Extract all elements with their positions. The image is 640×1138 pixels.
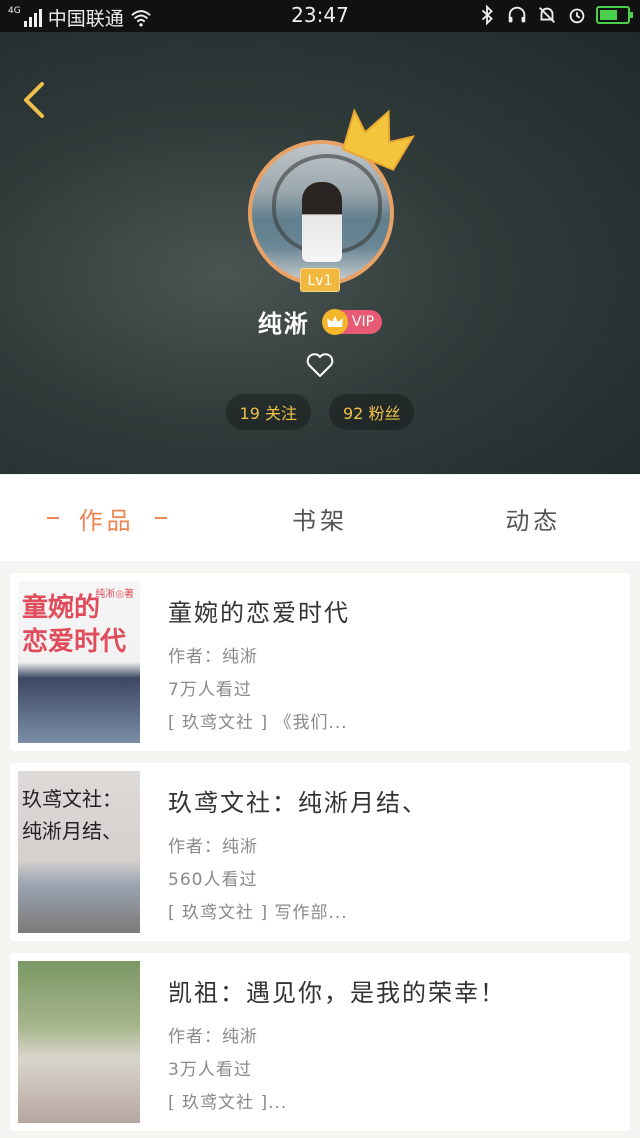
book-views: 7万人看过 bbox=[168, 680, 252, 700]
stats-row: 19 关注 92 粉丝 bbox=[0, 394, 640, 430]
headphone-icon bbox=[508, 6, 526, 23]
tab-works-label: 作品 bbox=[78, 506, 135, 535]
vip-badge: VIP bbox=[321, 308, 383, 335]
cover-title: 玖鸢文社： 纯淅月结、 bbox=[22, 787, 122, 843]
alarm-icon bbox=[569, 8, 585, 24]
book-card[interactable]: 玖鸢文社： 纯淅月结、 玖鸢文社：纯淅月结、 作者：纯淅 560人看过 [ 玖鸢… bbox=[10, 763, 630, 941]
bluetooth-icon bbox=[481, 4, 493, 26]
username-row: 纯淅 VIP bbox=[0, 304, 640, 339]
back-arrow-icon[interactable] bbox=[16, 80, 56, 120]
profile-header: Lv1 纯淅 VIP 19 关注 92 粉丝 bbox=[0, 32, 640, 474]
followers-button[interactable]: 92 粉丝 bbox=[329, 394, 415, 430]
book-views: 3万人看过 bbox=[168, 1060, 252, 1080]
tab-activity[interactable]: 动态 bbox=[427, 475, 640, 561]
book-title: 童婉的恋爱时代 bbox=[168, 599, 350, 627]
mute-bell-icon bbox=[539, 7, 555, 23]
book-info: 童婉的恋爱时代 作者：纯淅 7万人看过 [ 玖鸢文社 ] 《我们... bbox=[168, 593, 620, 733]
status-bar: 4G 中国联通 23:47 bbox=[0, 0, 640, 32]
book-tags: [ 玖鸢文社 ]... bbox=[168, 1093, 288, 1113]
following-button[interactable]: 19 关注 bbox=[225, 394, 311, 430]
book-title: 玖鸢文社：纯淅月结、 bbox=[168, 789, 428, 817]
book-info: 凯祖：遇见你，是我的荣幸！ 作者：纯淅 3万人看过 [ 玖鸢文社 ]... bbox=[168, 973, 620, 1113]
tab-works[interactable]: 作品 bbox=[0, 475, 213, 561]
vip-label: VIP bbox=[351, 313, 375, 330]
book-author: 作者：纯淅 bbox=[168, 647, 258, 667]
username: 纯淅 bbox=[257, 310, 310, 338]
book-views: 560人看过 bbox=[168, 870, 258, 890]
app-root: 4G 中国联通 23:47 Lv1 纯淅 VIP 19 关注 92 粉丝 作品 … bbox=[0, 0, 640, 1138]
tab-active-indicator-right bbox=[154, 517, 167, 519]
cover-title: 童婉的 恋爱时代 bbox=[22, 593, 127, 657]
book-info: 玖鸢文社：纯淅月结、 作者：纯淅 560人看过 [ 玖鸢文社 ] 写作部... bbox=[168, 783, 620, 923]
book-tags: [ 玖鸢文社 ] 写作部... bbox=[168, 903, 348, 923]
tab-active-indicator-left bbox=[46, 517, 59, 519]
book-author: 作者：纯淅 bbox=[168, 1027, 258, 1047]
heart-icon[interactable] bbox=[306, 352, 334, 378]
vip-crown-icon bbox=[321, 308, 348, 335]
tab-bookshelf[interactable]: 书架 bbox=[213, 475, 426, 561]
tab-activity-label: 动态 bbox=[505, 506, 562, 535]
battery-icon bbox=[596, 6, 633, 24]
book-tags: [ 玖鸢文社 ] 《我们... bbox=[168, 713, 348, 733]
book-author: 作者：纯淅 bbox=[168, 837, 258, 857]
book-cover: 玖鸢文社： 纯淅月结、 bbox=[18, 771, 140, 933]
status-right bbox=[476, 4, 633, 26]
avatar-figure bbox=[302, 182, 342, 262]
level-badge: Lv1 bbox=[300, 268, 340, 292]
book-title: 凯祖：遇见你，是我的荣幸！ bbox=[168, 979, 506, 1007]
book-card[interactable]: 凯祖：遇见你，是我的荣幸！ 作者：纯淅 3万人看过 [ 玖鸢文社 ]... bbox=[10, 953, 630, 1131]
book-cover bbox=[18, 961, 140, 1123]
tab-bar: 作品 书架 动态 bbox=[0, 475, 640, 561]
book-card[interactable]: 纯淅◎著 童婉的 恋爱时代 童婉的恋爱时代 作者：纯淅 7万人看过 [ 玖鸢文社… bbox=[10, 573, 630, 751]
avatar-container[interactable]: Lv1 bbox=[248, 108, 416, 292]
tab-bookshelf-label: 书架 bbox=[291, 506, 348, 535]
book-cover: 纯淅◎著 童婉的 恋爱时代 bbox=[18, 581, 140, 743]
